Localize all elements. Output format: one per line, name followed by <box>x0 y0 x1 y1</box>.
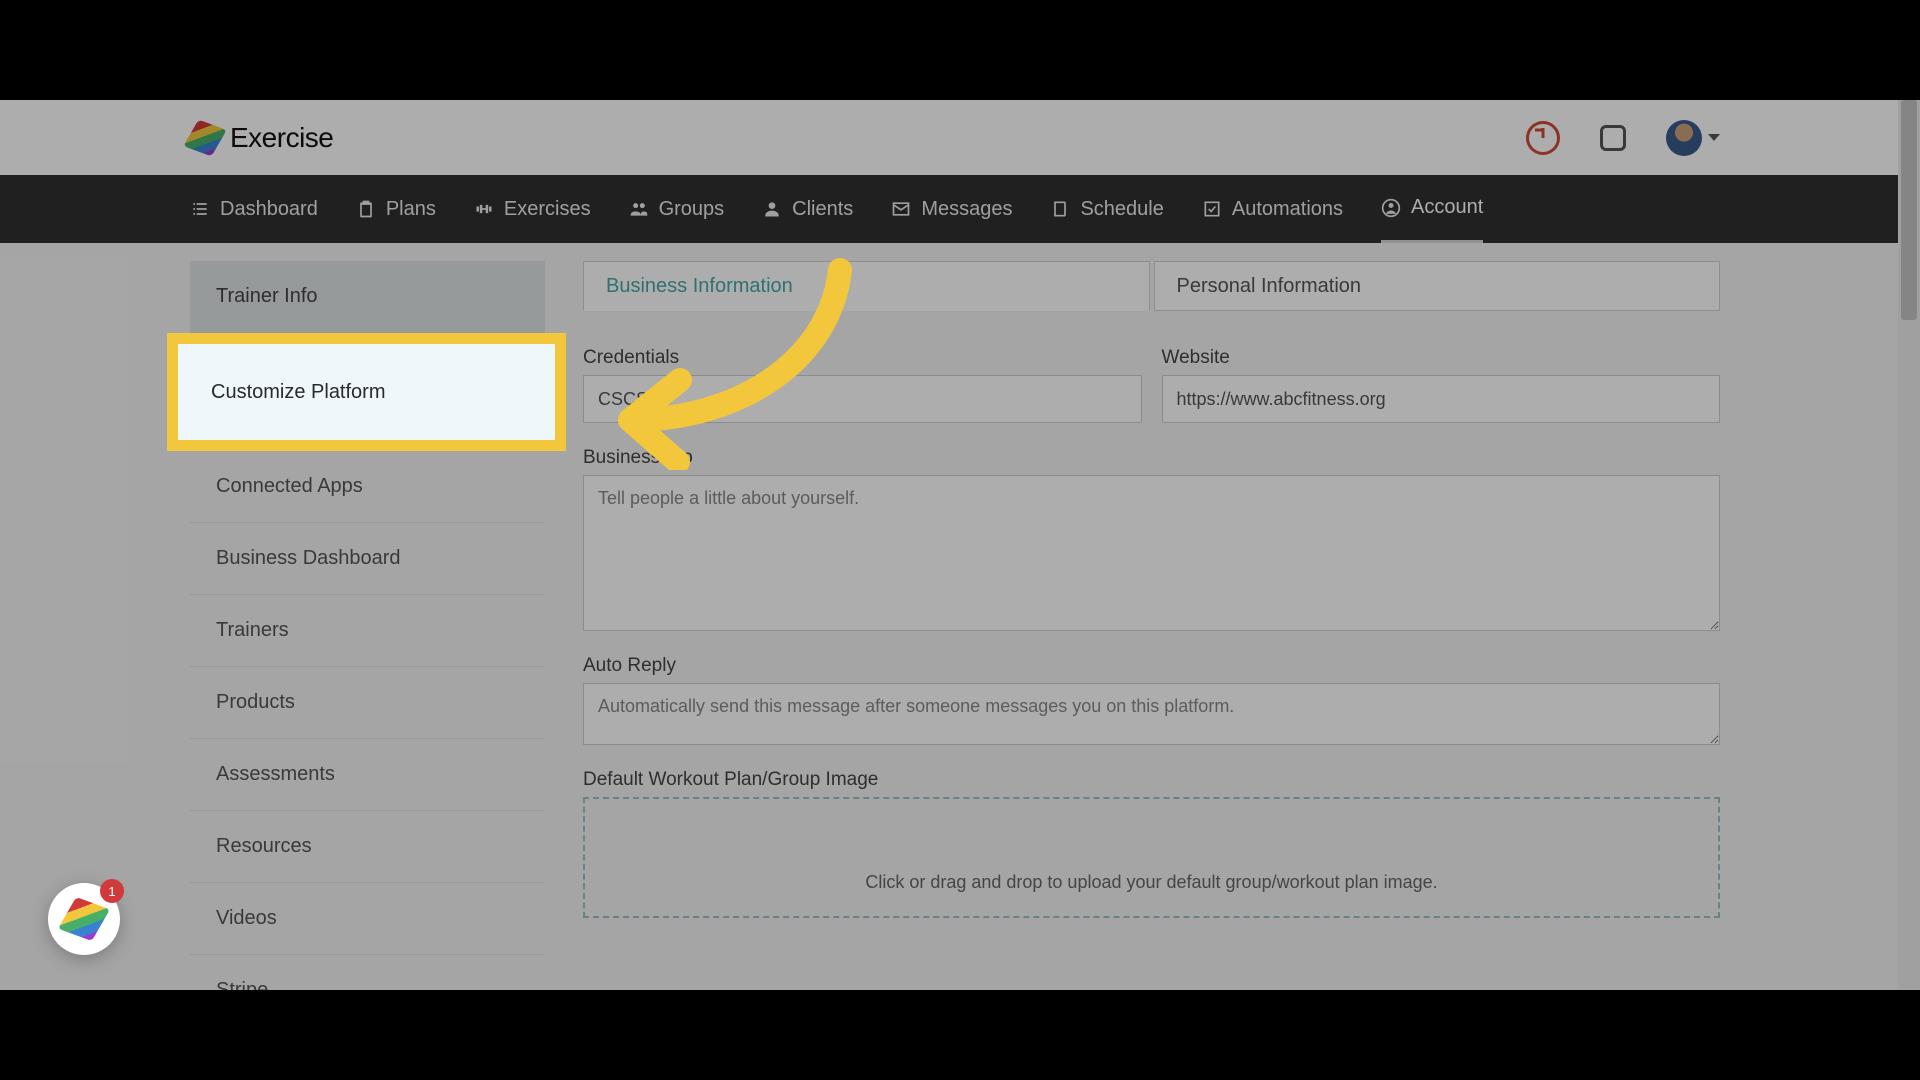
sidebar-item-business-dashboard[interactable]: Business Dashboard <box>190 523 545 595</box>
help-widget[interactable]: 1 <box>48 883 120 955</box>
brand[interactable]: Exercise <box>190 122 333 154</box>
nav-dashboard[interactable]: Dashboard <box>190 175 318 243</box>
sidebar-item-label: Assessments <box>216 763 335 786</box>
widget-logo-icon <box>58 897 110 941</box>
tab-label: Business Information <box>606 275 793 298</box>
business-info-form: Credentials Website Business Bio <box>583 311 1720 918</box>
website-label: Website <box>1162 347 1721 369</box>
nav-label: Exercises <box>504 198 591 221</box>
profile-menu[interactable] <box>1666 120 1720 156</box>
nav-exercises[interactable]: Exercises <box>474 175 591 243</box>
nav-schedule[interactable]: Schedule <box>1050 175 1163 243</box>
sidebar-item-label: Trainers <box>216 619 289 642</box>
nav-label: Groups <box>659 198 725 221</box>
brand-logo-icon <box>183 119 226 156</box>
sidebar-item-resources[interactable]: Resources <box>190 811 545 883</box>
chevron-down-icon <box>1708 134 1720 141</box>
check-square-icon <box>1202 199 1222 219</box>
website-input[interactable] <box>1162 375 1721 423</box>
sidebar-item-trainer-info[interactable]: Trainer Info <box>190 261 545 333</box>
tab-personal-information[interactable]: Personal Information <box>1154 261 1721 311</box>
sidebar-item-assessments[interactable]: Assessments <box>190 739 545 811</box>
dumbbell-icon <box>474 199 494 219</box>
sidebar-item-label: Stripe <box>216 979 268 990</box>
business-bio-label: Business Bio <box>583 447 1720 469</box>
nav-groups[interactable]: Groups <box>629 175 725 243</box>
sidebar-item-stripe[interactable]: Stripe <box>190 955 545 990</box>
notification-badge: 1 <box>100 879 124 903</box>
avatar-icon <box>1666 120 1702 156</box>
nav-clients[interactable]: Clients <box>762 175 853 243</box>
scrollbar[interactable] <box>1898 100 1920 990</box>
main-nav: Dashboard Plans Exercises Groups Clients… <box>0 175 1920 243</box>
sidebar-item-label: Videos <box>216 907 277 930</box>
nav-plans[interactable]: Plans <box>356 175 436 243</box>
settings-main: Business Information Personal Informatio… <box>583 261 1720 990</box>
user-circle-icon <box>1381 198 1401 218</box>
tab-business-information[interactable]: Business Information <box>583 261 1150 311</box>
credentials-input[interactable] <box>583 375 1142 423</box>
field-credentials: Credentials <box>583 347 1142 423</box>
tab-label: Personal Information <box>1177 275 1362 298</box>
sidebar-item-label: Resources <box>216 835 312 858</box>
nav-label: Clients <box>792 198 853 221</box>
dropzone-text: Click or drag and drop to upload your de… <box>605 869 1698 896</box>
field-business-bio: Business Bio <box>583 447 1720 631</box>
top-header: Exercise <box>0 100 1920 175</box>
sidebar-item-label: Connected Apps <box>216 475 363 498</box>
brand-name: Exercise <box>230 122 333 154</box>
default-image-dropzone[interactable]: Click or drag and drop to upload your de… <box>583 797 1720 918</box>
field-auto-reply: Auto Reply <box>583 655 1720 745</box>
list-icon <box>190 199 210 219</box>
sidebar-item-videos[interactable]: Videos <box>190 883 545 955</box>
credentials-label: Credentials <box>583 347 1142 369</box>
app-viewport: Exercise Dashboard Plans Exercises Group… <box>0 100 1920 990</box>
nav-messages[interactable]: Messages <box>891 175 1012 243</box>
nav-label: Automations <box>1232 198 1343 221</box>
business-bio-input[interactable] <box>583 475 1720 631</box>
book-icon <box>1050 199 1070 219</box>
info-tabs: Business Information Personal Informatio… <box>583 261 1720 311</box>
nav-label: Account <box>1411 196 1483 219</box>
sidebar-item-label: Trainer Info <box>216 285 318 308</box>
sidebar-item-label: Business Dashboard <box>216 547 401 570</box>
nav-label: Dashboard <box>220 198 318 221</box>
person-icon <box>762 199 782 219</box>
sidebar-item-connected-apps[interactable]: Connected Apps <box>190 451 545 523</box>
field-default-image: Default Workout Plan/Group Image Click o… <box>583 769 1720 918</box>
nav-label: Plans <box>386 198 436 221</box>
nav-label: Schedule <box>1080 198 1163 221</box>
sidebar-item-label: Customize Platform <box>211 381 386 404</box>
sidebar-item-label: Products <box>216 691 295 714</box>
default-image-label: Default Workout Plan/Group Image <box>583 769 1720 791</box>
auto-reply-label: Auto Reply <box>583 655 1720 677</box>
settings-sidebar: Trainer Info Customize Platform Connecte… <box>190 261 545 990</box>
sidebar-item-customize-platform[interactable]: Customize Platform <box>167 333 566 451</box>
sidebar-item-trainers[interactable]: Trainers <box>190 595 545 667</box>
checkbox-icon[interactable] <box>1600 125 1626 151</box>
scrollbar-thumb[interactable] <box>1901 100 1917 320</box>
envelope-icon <box>891 199 911 219</box>
group-icon <box>629 199 649 219</box>
field-website: Website <box>1162 347 1721 423</box>
nav-automations[interactable]: Automations <box>1202 175 1343 243</box>
sidebar-item-products[interactable]: Products <box>190 667 545 739</box>
nav-label: Messages <box>921 198 1012 221</box>
page-content: Trainer Info Customize Platform Connecte… <box>0 243 1920 990</box>
clipboard-icon <box>356 199 376 219</box>
nav-account[interactable]: Account <box>1381 175 1483 243</box>
clock-icon[interactable] <box>1526 121 1560 155</box>
auto-reply-input[interactable] <box>583 683 1720 745</box>
